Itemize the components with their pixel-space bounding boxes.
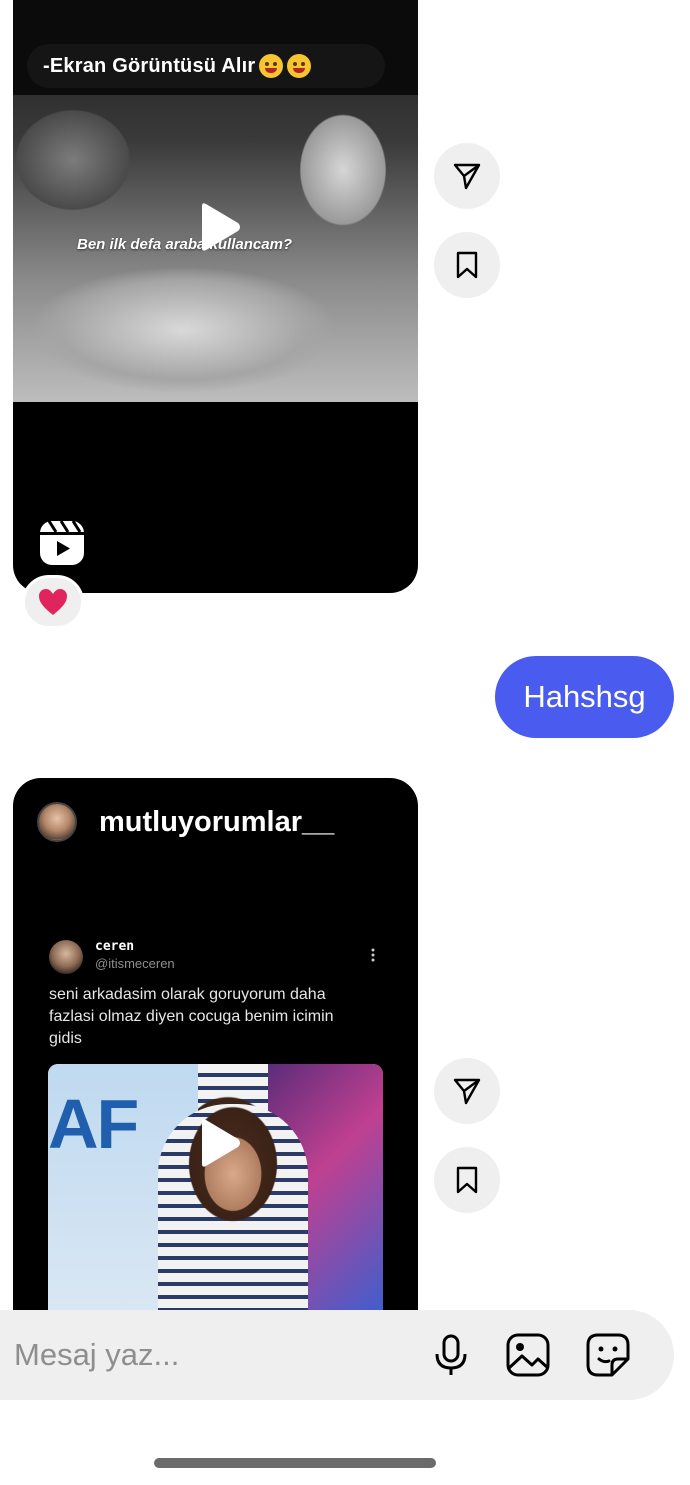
tweet-text: seni arkadasim olarak goruyorum daha faz… (49, 986, 334, 1047)
shared-reel-card[interactable]: -Ekran Görüntüsü Alır Ben ilk defa araba… (13, 0, 418, 593)
tweet-media-thumbnail: AF (48, 1064, 383, 1338)
reel-caption: -Ekran Görüntüsü Alır (27, 44, 385, 88)
shared-post-card[interactable]: mutluyorumlar__ ceren @itismeceren seni … (13, 778, 418, 1338)
more-options-icon (371, 948, 375, 962)
media-logo-text: AF (48, 1085, 139, 1163)
avatar[interactable] (37, 802, 77, 842)
message-composer[interactable]: Mesaj yaz... (0, 1310, 674, 1400)
bookmark-icon (456, 251, 478, 279)
tweet-avatar (49, 940, 83, 974)
image-icon[interactable] (505, 1332, 551, 1378)
tongue-emoji-icon (287, 54, 312, 78)
heart-reaction[interactable] (22, 575, 84, 629)
play-icon[interactable] (190, 1116, 244, 1170)
save-button[interactable] (434, 232, 500, 298)
reels-icon (39, 520, 85, 566)
message-input[interactable]: Mesaj yaz... (14, 1337, 179, 1373)
share-button[interactable] (434, 143, 500, 209)
reel-caption-text: -Ekran Görüntüsü Alır (43, 54, 256, 77)
outgoing-message-bubble[interactable]: Hahshsg (495, 656, 674, 738)
heart-icon (39, 589, 67, 615)
tweet-author-name: ceren (95, 939, 135, 954)
reel-subtitle: Ben ilk defa araba kullancam? (77, 236, 293, 253)
sticker-icon[interactable] (585, 1332, 631, 1378)
share-button[interactable] (434, 1058, 500, 1124)
play-icon[interactable] (190, 200, 244, 254)
microphone-icon[interactable] (428, 1332, 474, 1378)
tweet-author-handle: @itismeceren (95, 956, 175, 971)
save-button[interactable] (434, 1147, 500, 1213)
paper-plane-icon (453, 163, 481, 190)
post-username[interactable]: mutluyorumlar__ (99, 806, 334, 839)
paper-plane-icon (453, 1078, 481, 1105)
bookmark-icon (456, 1166, 478, 1194)
home-indicator (154, 1458, 436, 1468)
laughing-emoji-icon (259, 54, 284, 78)
